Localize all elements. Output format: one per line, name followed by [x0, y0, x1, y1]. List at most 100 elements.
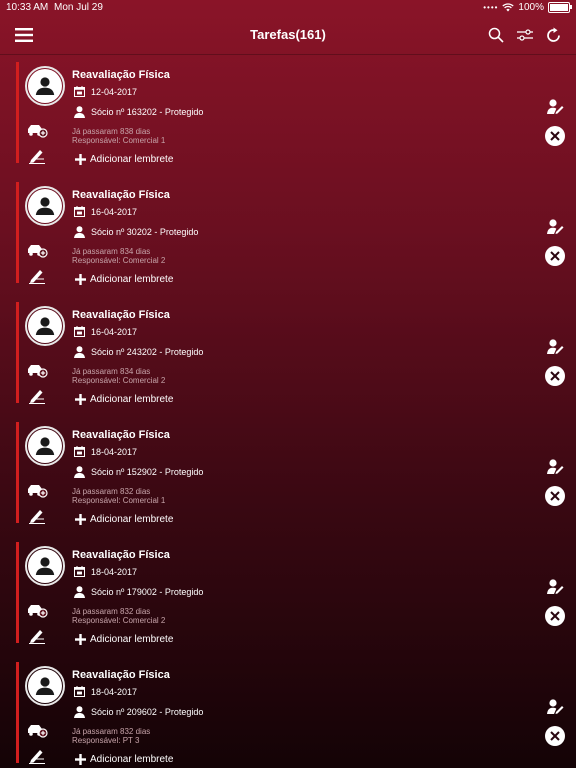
task-card[interactable]: Reavaliação Física 16-04-2017 Sócio nº 3… [16, 176, 576, 285]
add-reminder-button[interactable]: Adicionar lembrete [75, 754, 173, 765]
car-plus-icon[interactable] [26, 122, 48, 138]
task-title: Reavaliação Física [72, 189, 170, 201]
task-responsavel: Responsável: Comercial 2 [72, 616, 166, 625]
task-card[interactable]: Reavaliação Física 18-04-2017 Sócio nº 1… [16, 416, 576, 525]
task-days-elapsed: Já passaram 834 dias [72, 367, 151, 376]
task-socio-row: Sócio nº 243202 - Protegido [74, 346, 203, 358]
task-card[interactable]: Reavaliação Física 18-04-2017 Sócio nº 2… [16, 656, 576, 765]
search-button[interactable] [485, 24, 507, 46]
close-task-button[interactable] [545, 726, 565, 746]
status-time: 10:33 AM [6, 2, 49, 13]
task-title: Reavaliação Física [72, 669, 170, 681]
task-date-row: 12-04-2017 [74, 86, 137, 97]
edit-icon[interactable] [28, 148, 46, 164]
plus-icon [75, 274, 86, 285]
member-icon [74, 466, 85, 478]
member-icon [74, 346, 85, 358]
car-plus-icon[interactable] [26, 242, 48, 258]
close-icon [550, 731, 560, 741]
task-date-row: 18-04-2017 [74, 566, 137, 577]
close-task-button[interactable] [545, 486, 565, 506]
avatar[interactable] [25, 666, 65, 706]
member-icon [74, 586, 85, 598]
assign-user-icon[interactable] [546, 338, 564, 356]
task-date-row: 16-04-2017 [74, 326, 137, 337]
task-socio-row: Sócio nº 30202 - Protegido [74, 226, 198, 238]
calendar-icon [74, 566, 85, 577]
add-reminder-label: Adicionar lembrete [90, 514, 174, 525]
close-icon [550, 131, 560, 141]
avatar[interactable] [25, 546, 65, 586]
refresh-button[interactable] [542, 24, 564, 46]
status-right: •••• 100% [483, 2, 572, 13]
add-reminder-label: Adicionar lembrete [90, 394, 174, 405]
edit-icon[interactable] [28, 268, 46, 284]
task-date: 16-04-2017 [91, 326, 138, 337]
avatar[interactable] [25, 186, 65, 226]
car-plus-icon[interactable] [26, 602, 48, 618]
add-reminder-button[interactable]: Adicionar lembrete [75, 274, 173, 285]
task-responsavel: Responsável: Comercial 1 [72, 496, 166, 505]
assign-user-icon[interactable] [546, 458, 564, 476]
assign-user-icon[interactable] [546, 698, 564, 716]
add-reminder-button[interactable]: Adicionar lembrete [75, 154, 173, 165]
edit-icon[interactable] [28, 508, 46, 524]
close-task-button[interactable] [545, 366, 565, 386]
edit-icon[interactable] [28, 388, 46, 404]
plus-icon [75, 754, 86, 765]
member-icon [74, 106, 85, 118]
plus-icon [75, 154, 86, 165]
task-date: 16-04-2017 [91, 206, 138, 217]
car-plus-icon[interactable] [26, 482, 48, 498]
avatar[interactable] [25, 306, 65, 346]
refresh-icon [546, 27, 560, 42]
task-accent-bar [16, 542, 19, 643]
close-task-button[interactable] [545, 246, 565, 266]
assign-user-icon[interactable] [546, 218, 564, 236]
status-bar: 10:33 AM Mon Jul 29 •••• 100% [0, 0, 576, 16]
plus-icon [75, 394, 86, 405]
plus-icon [75, 634, 86, 645]
task-date-row: 18-04-2017 [74, 446, 137, 457]
close-task-button[interactable] [545, 126, 565, 146]
task-responsavel: Responsável: Comercial 2 [72, 376, 166, 385]
filter-button[interactable] [514, 24, 536, 46]
task-card[interactable]: Reavaliação Física 12-04-2017 Sócio nº 1… [16, 56, 576, 165]
person-icon [35, 677, 55, 695]
add-reminder-button[interactable]: Adicionar lembrete [75, 634, 173, 645]
task-responsavel: Responsável: PT 3 [72, 736, 140, 745]
car-plus-icon[interactable] [26, 722, 48, 738]
plus-icon [75, 514, 86, 525]
edit-icon[interactable] [28, 628, 46, 644]
task-socio: Sócio nº 30202 - Protegido [91, 227, 199, 237]
add-reminder-button[interactable]: Adicionar lembrete [75, 514, 173, 525]
avatar[interactable] [25, 66, 65, 106]
task-accent-bar [16, 302, 19, 403]
task-socio: Sócio nº 209602 - Protegido [91, 707, 204, 717]
task-socio: Sócio nº 163202 - Protegido [91, 107, 204, 117]
avatar[interactable] [25, 426, 65, 466]
calendar-icon [74, 326, 85, 337]
task-accent-bar [16, 182, 19, 283]
task-socio-row: Sócio nº 152902 - Protegido [74, 466, 203, 478]
close-icon [550, 371, 560, 381]
close-icon [550, 251, 560, 261]
task-socio-row: Sócio nº 179002 - Protegido [74, 586, 203, 598]
assign-user-icon[interactable] [546, 578, 564, 596]
calendar-icon [74, 686, 85, 697]
task-days-elapsed: Já passaram 832 dias [72, 607, 151, 616]
person-icon [35, 437, 55, 455]
close-task-button[interactable] [545, 606, 565, 626]
task-days-elapsed: Já passaram 838 dias [72, 127, 151, 136]
assign-user-icon[interactable] [546, 98, 564, 116]
task-card[interactable]: Reavaliação Física 16-04-2017 Sócio nº 2… [16, 296, 576, 405]
edit-icon[interactable] [28, 748, 46, 764]
task-days-elapsed: Já passaram 832 dias [72, 727, 151, 736]
battery-percent: 100% [518, 2, 544, 13]
add-reminder-button[interactable]: Adicionar lembrete [75, 394, 173, 405]
add-reminder-label: Adicionar lembrete [90, 634, 174, 645]
car-plus-icon[interactable] [26, 362, 48, 378]
task-socio: Sócio nº 243202 - Protegido [91, 347, 204, 357]
person-icon [35, 557, 55, 575]
task-card[interactable]: Reavaliação Física 18-04-2017 Sócio nº 1… [16, 536, 576, 645]
